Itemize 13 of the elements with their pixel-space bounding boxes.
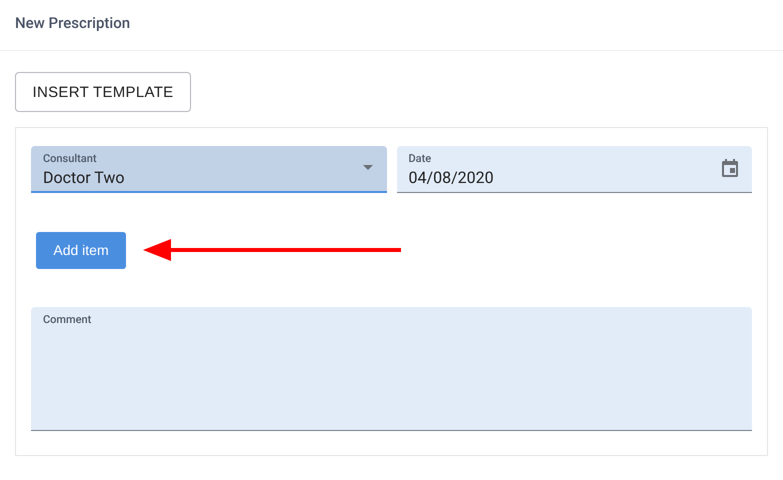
insert-template-button[interactable]: INSERT TEMPLATE bbox=[15, 72, 191, 112]
field-value: 04/08/2020 bbox=[408, 167, 494, 189]
select-field[interactable]: Consultant Doctor Two bbox=[31, 146, 386, 193]
calendar-icon[interactable] bbox=[722, 159, 738, 177]
field-label: Comment bbox=[43, 313, 92, 327]
field-value: Doctor Two bbox=[43, 167, 125, 189]
field-label: Date bbox=[408, 152, 432, 166]
comment-field[interactable]: Comment bbox=[31, 307, 752, 431]
page-title: New Prescription bbox=[15, 14, 130, 32]
field-label: Consultant bbox=[43, 152, 97, 166]
date-field[interactable]: Date 04/08/2020 bbox=[396, 146, 752, 193]
caret-icon[interactable] bbox=[362, 165, 372, 170]
arrow-icon bbox=[143, 239, 403, 261]
